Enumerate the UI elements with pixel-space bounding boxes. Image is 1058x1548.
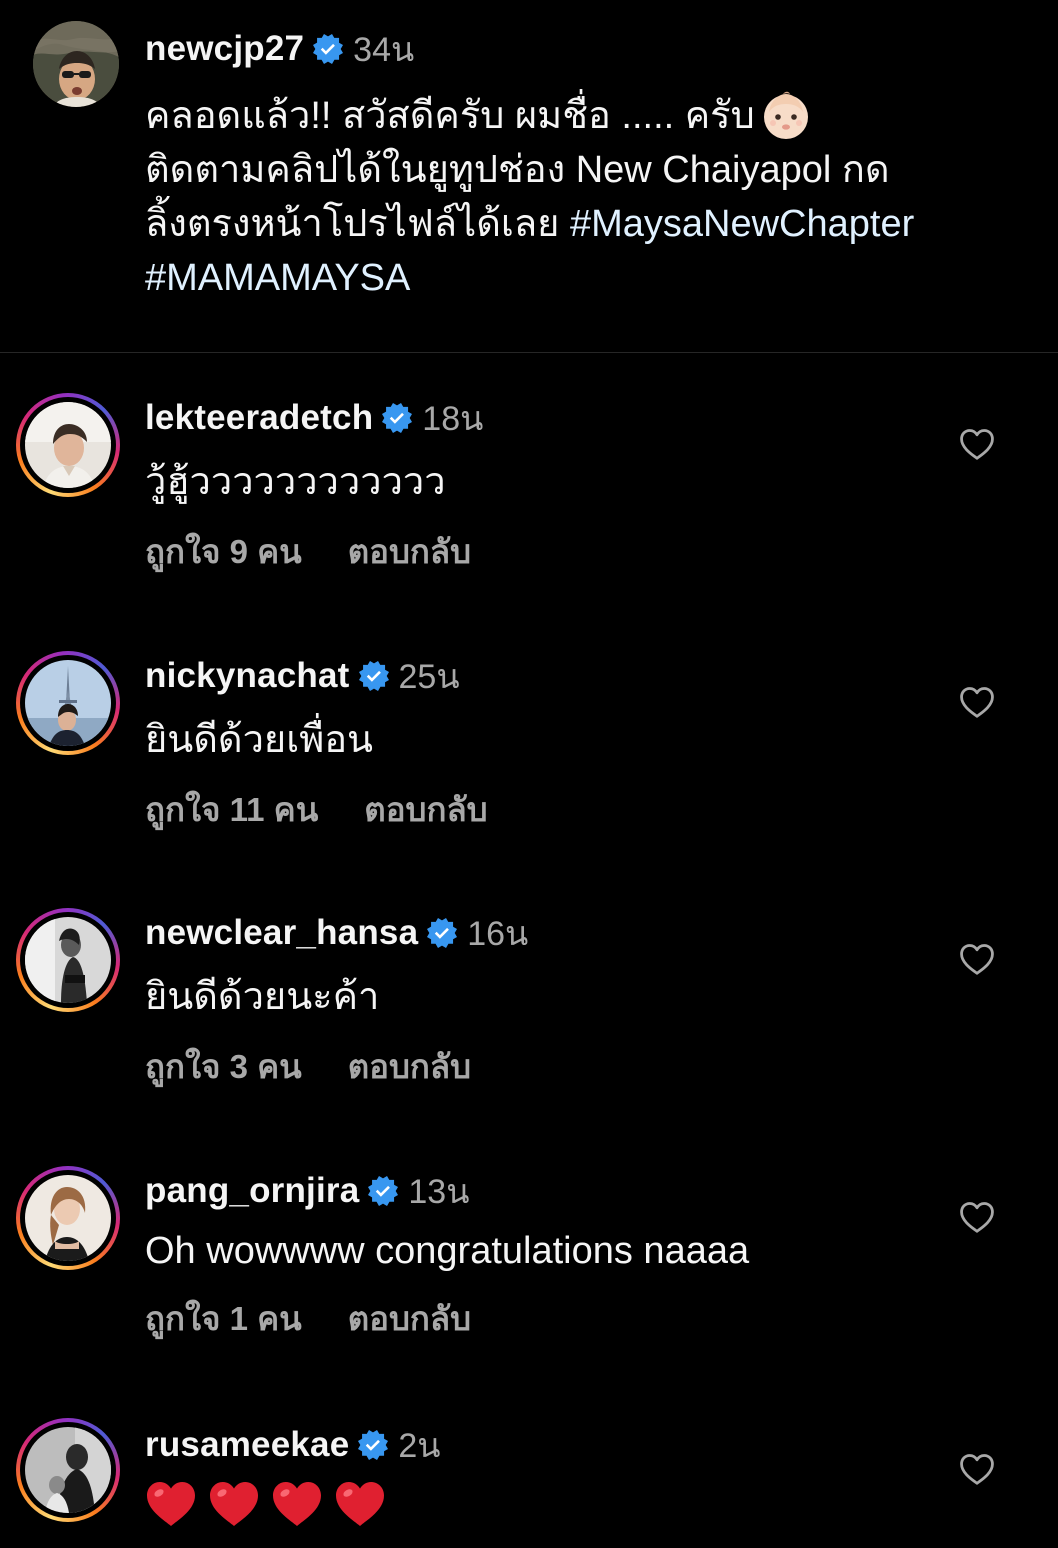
comment-header: rusameekae 2น <box>145 1422 441 1468</box>
story-ring[interactable] <box>16 1166 120 1270</box>
red-heart-emoji-icon <box>334 1480 386 1528</box>
caption-line: คลอดแล้ว!! สวัสดีครับ ผมชื่อ ..... ครับ <box>145 88 1025 143</box>
reply-button[interactable]: ตอบกลับ <box>348 1040 471 1093</box>
story-ring[interactable] <box>16 1418 120 1522</box>
comment-text: วู้ฮู้วววววววววววว <box>145 461 446 503</box>
comment-item: pang_ornjira 13น Oh wowwww congratulatio… <box>0 1166 1058 1366</box>
verified-badge-icon <box>313 34 343 64</box>
comment-header: lekteeradetch 18น <box>145 395 483 441</box>
red-heart-emoji-icon <box>208 1480 260 1528</box>
heart-outline-icon[interactable] <box>958 427 996 461</box>
hashtag-link[interactable]: #MaysaNewChapter <box>570 203 914 245</box>
avatar <box>25 1427 111 1513</box>
heart-outline-icon[interactable] <box>958 942 996 976</box>
avatar[interactable] <box>33 21 119 107</box>
comment-text <box>145 1476 397 1532</box>
caption-header: newcjp27 34น <box>145 26 414 72</box>
baby-emoji-icon <box>759 88 813 142</box>
heart-outline-icon[interactable] <box>958 1452 996 1486</box>
username[interactable]: nickynachat <box>145 656 350 696</box>
caption-line: ลิ้งตรงหน้าโปรไฟล์ได้เลย #MaysaNewChapte… <box>145 203 915 245</box>
comment-text: Oh wowwww congratulations naaaa <box>145 1230 750 1272</box>
comment-item: nickynachat 25น ยินดีด้วยเพื่อน ถูกใจ 11… <box>0 651 1058 851</box>
comment-header: newclear_hansa 16น <box>145 910 528 956</box>
comment-meta: ถูกใจ 9 คน ตอบกลับ <box>145 529 471 573</box>
comment-meta: ถูกใจ 1 คน ตอบกลับ <box>145 1296 471 1340</box>
comment-header: nickynachat 25น <box>145 653 460 699</box>
comment-item: newclear_hansa 16น ยินดีด้วยนะค้า ถูกใจ … <box>0 908 1058 1108</box>
red-heart-emoji-icon <box>145 1480 197 1528</box>
reply-button[interactable]: ตอบกลับ <box>364 783 487 836</box>
timestamp: 2น <box>398 1427 441 1465</box>
username[interactable]: newclear_hansa <box>145 913 418 953</box>
timestamp: 25น <box>398 658 460 696</box>
avatar <box>25 1175 111 1261</box>
story-ring[interactable] <box>16 651 120 755</box>
comment-header: pang_ornjira 13น <box>145 1168 469 1214</box>
verified-badge-icon <box>368 1176 398 1206</box>
verified-badge-icon <box>359 661 389 691</box>
avatar <box>25 402 111 488</box>
reply-button[interactable]: ตอบกลับ <box>348 1292 471 1345</box>
hashtag-link[interactable]: #MAMAMAYSA <box>145 257 410 299</box>
divider <box>0 352 1058 353</box>
caption-text: คลอดแล้ว!! สวัสดีครับ ผมชื่อ ..... ครับ … <box>145 88 1025 305</box>
verified-badge-icon <box>427 918 457 948</box>
story-ring[interactable] <box>16 393 120 497</box>
comment-text: ยินดีด้วยนะค้า <box>145 976 380 1018</box>
username[interactable]: lekteeradetch <box>145 398 373 438</box>
heart-outline-icon[interactable] <box>958 1200 996 1234</box>
username[interactable]: newcjp27 <box>145 29 304 69</box>
red-heart-emoji-icon <box>271 1480 323 1528</box>
avatar <box>25 917 111 1003</box>
story-ring[interactable] <box>16 908 120 1012</box>
username[interactable]: rusameekae <box>145 1425 349 1465</box>
timestamp: 18น <box>422 400 484 438</box>
red-heart-emoji-row <box>145 1476 397 1532</box>
comment-item: rusameekae 2น <box>0 1418 1058 1548</box>
timestamp: 34น <box>353 31 415 69</box>
avatar <box>25 660 111 746</box>
verified-badge-icon <box>382 403 412 433</box>
comment-item: lekteeradetch 18น วู้ฮู้วววววววววววว ถูก… <box>0 393 1058 593</box>
caption-line: ติดตามคลิปได้ในยูทูปช่อง New Chaiyapol ก… <box>145 149 890 191</box>
timestamp: 13น <box>408 1173 470 1211</box>
like-count[interactable]: ถูกใจ 3 คน <box>145 1040 302 1093</box>
comment-meta: ถูกใจ 11 คน ตอบกลับ <box>145 787 488 831</box>
username[interactable]: pang_ornjira <box>145 1171 359 1211</box>
reply-button[interactable]: ตอบกลับ <box>348 525 471 578</box>
like-count[interactable]: ถูกใจ 11 คน <box>145 783 318 836</box>
caption-line: #MAMAMAYSA <box>145 251 1025 305</box>
comment-text: ยินดีด้วยเพื่อน <box>145 719 374 761</box>
comment-meta: ถูกใจ 3 คน ตอบกลับ <box>145 1044 471 1088</box>
heart-outline-icon[interactable] <box>958 685 996 719</box>
verified-badge-icon <box>358 1430 388 1460</box>
like-count[interactable]: ถูกใจ 9 คน <box>145 525 302 578</box>
post-caption: newcjp27 34น คลอดแล้ว!! สวัสดีครับ ผมชื่… <box>0 0 1058 352</box>
timestamp: 16น <box>467 915 529 953</box>
like-count[interactable]: ถูกใจ 1 คน <box>145 1292 302 1345</box>
